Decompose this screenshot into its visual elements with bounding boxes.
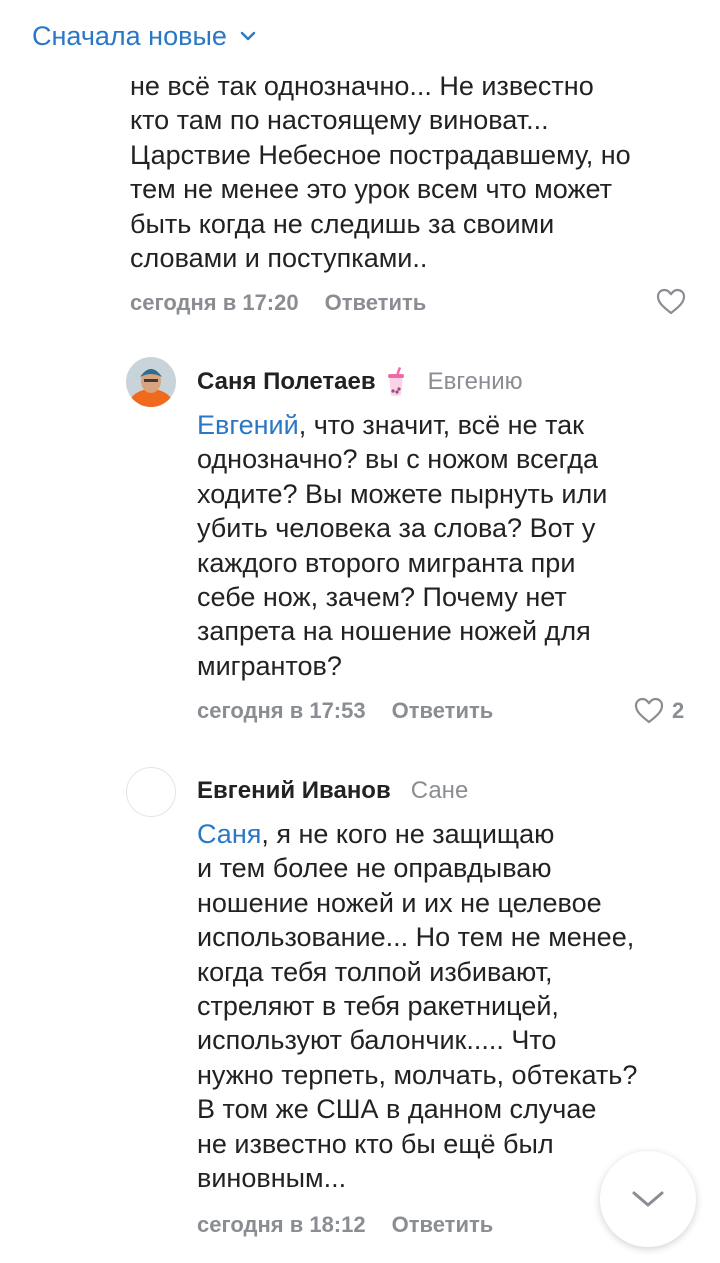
reply-to-label[interactable]: Евгению: [428, 368, 523, 396]
comment-meta: сегодня в 17:20 Ответить: [130, 290, 426, 316]
like-button[interactable]: 2: [634, 697, 684, 725]
avatar[interactable]: [126, 767, 176, 817]
sort-label: Сначала новые: [32, 20, 227, 51]
like-button[interactable]: [656, 288, 686, 316]
sort-dropdown[interactable]: Сначала новые: [32, 16, 257, 56]
avatar[interactable]: [126, 357, 176, 407]
heart-outline-icon: [634, 697, 664, 724]
comment-time: сегодня в 17:20: [130, 290, 299, 315]
chevron-down-icon: [632, 1191, 664, 1207]
reply-button[interactable]: Ответить: [392, 698, 494, 724]
comment-body: , что значит, всё не так однозначно? вы …: [197, 410, 608, 681]
bubble-tea-emoji: [387, 366, 404, 396]
author-name[interactable]: Евгений Иванов: [197, 777, 391, 805]
comment-header: Евгений Иванов Сане: [197, 771, 468, 811]
mention-link[interactable]: Евгений: [197, 410, 299, 440]
mention-link[interactable]: Саня: [197, 819, 261, 849]
scroll-down-button[interactable]: [600, 1151, 696, 1247]
avatar-image: [126, 357, 176, 407]
comment-text: не всё так однозначно... Не известно кто…: [130, 71, 631, 274]
chevron-down-icon: [240, 31, 256, 41]
author-name[interactable]: Саня Полетаев: [197, 368, 376, 396]
comment-text: Саня, я не кого не защищаю и тем более н…: [197, 817, 697, 1195]
like-count: 2: [672, 698, 685, 723]
reply-to-label[interactable]: Сане: [411, 777, 469, 805]
heart-outline-icon: [656, 288, 686, 315]
reply-button[interactable]: Ответить: [325, 290, 427, 316]
comment-header: Саня Полетаев Евгению: [197, 362, 523, 402]
reply-button[interactable]: Ответить: [392, 1212, 494, 1238]
comment-meta: сегодня в 18:12 Ответить: [197, 1212, 493, 1238]
comment-time: сегодня в 17:53: [197, 698, 366, 723]
comment-text: Евгений, что значит, всё не так однознач…: [197, 408, 697, 683]
comment-body: , я не кого не защищаю и тем более не оп…: [197, 819, 638, 1194]
comment-meta: сегодня в 17:53 Ответить: [197, 698, 493, 724]
comment-time: сегодня в 18:12: [197, 1212, 366, 1237]
